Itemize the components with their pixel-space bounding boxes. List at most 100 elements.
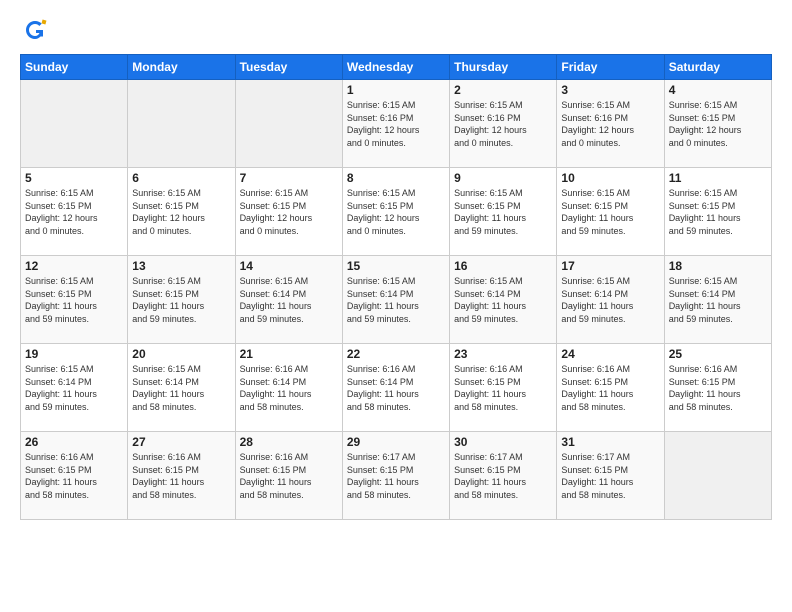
calendar-cell: 28 Sunrise: 6:16 AM Sunset: 6:15 PM Dayli…: [235, 432, 342, 520]
calendar-cell: 24 Sunrise: 6:16 AM Sunset: 6:15 PM Dayli…: [557, 344, 664, 432]
day-number: 7: [240, 171, 338, 185]
calendar-cell: [128, 80, 235, 168]
day-number: 30: [454, 435, 552, 449]
calendar-cell: 21Sunrise: 6:16 AM Sunset: 6:14 PM Dayli…: [235, 344, 342, 432]
calendar-cell: 8Sunrise: 6:15 AM Sunset: 6:15 PM Daylig…: [342, 168, 449, 256]
calendar-cell: [664, 432, 771, 520]
logo-icon: [20, 16, 50, 46]
day-number: 9: [454, 171, 552, 185]
day-info: Sunrise: 6:15 AM Sunset: 6:15 PM Dayligh…: [25, 275, 123, 325]
day-info: Sunrise: 6:16 AM Sunset: 6:14 PM Dayligh…: [240, 363, 338, 413]
day-number: 13: [132, 259, 230, 273]
calendar-cell: 4 Sunrise: 6:15 AM Sunset: 6:15 PM Daylig…: [664, 80, 771, 168]
calendar-cell: 1Sunrise: 6:15 AM Sunset: 6:16 PM Daylig…: [342, 80, 449, 168]
day-info: Sunrise: 6:16 AM Sunset: 6:15 PM Dayligh…: [669, 363, 767, 413]
weekday-header-wednesday: Wednesday: [342, 55, 449, 80]
logo: [20, 16, 58, 46]
calendar-cell: 9 Sunrise: 6:15 AM Sunset: 6:15 PM Daylig…: [450, 168, 557, 256]
day-number: 6: [132, 171, 230, 185]
day-info: Sunrise: 6:15 AM Sunset: 6:16 PM Dayligh…: [561, 99, 659, 149]
day-number: 4: [669, 83, 767, 97]
calendar-cell: [235, 80, 342, 168]
day-info: Sunrise: 6:17 AM Sunset: 6:15 PM Dayligh…: [454, 451, 552, 501]
calendar-cell: 25 Sunrise: 6:16 AM Sunset: 6:15 PM Dayli…: [664, 344, 771, 432]
day-number: 28: [240, 435, 338, 449]
calendar-cell: 15 Sunrise: 6:15 AM Sunset: 6:14 PM Dayli…: [342, 256, 449, 344]
day-number: 25: [669, 347, 767, 361]
day-info: Sunrise: 6:15 AM Sunset: 6:15 PM Dayligh…: [240, 187, 338, 237]
day-number: 24: [561, 347, 659, 361]
calendar-cell: 7 Sunrise: 6:15 AM Sunset: 6:15 PM Daylig…: [235, 168, 342, 256]
day-info: Sunrise: 6:15 AM Sunset: 6:15 PM Dayligh…: [561, 187, 659, 237]
day-info: Sunrise: 6:16 AM Sunset: 6:15 PM Dayligh…: [561, 363, 659, 413]
header: [20, 16, 772, 46]
calendar-cell: 6 Sunrise: 6:15 AM Sunset: 6:15 PM Daylig…: [128, 168, 235, 256]
day-info: Sunrise: 6:15 AM Sunset: 6:14 PM Dayligh…: [454, 275, 552, 325]
day-info: Sunrise: 6:15 AM Sunset: 6:15 PM Dayligh…: [347, 187, 445, 237]
day-number: 20: [132, 347, 230, 361]
day-info: Sunrise: 6:15 AM Sunset: 6:15 PM Dayligh…: [669, 187, 767, 237]
calendar-cell: 27 Sunrise: 6:16 AM Sunset: 6:15 PM Dayli…: [128, 432, 235, 520]
day-number: 5: [25, 171, 123, 185]
week-row-3: 19Sunrise: 6:15 AM Sunset: 6:14 PM Dayli…: [21, 344, 772, 432]
calendar-cell: 30 Sunrise: 6:17 AM Sunset: 6:15 PM Dayli…: [450, 432, 557, 520]
weekday-header-sunday: Sunday: [21, 55, 128, 80]
calendar-cell: 29Sunrise: 6:17 AM Sunset: 6:15 PM Dayli…: [342, 432, 449, 520]
calendar-cell: 11 Sunrise: 6:15 AM Sunset: 6:15 PM Dayli…: [664, 168, 771, 256]
calendar-body: 1Sunrise: 6:15 AM Sunset: 6:16 PM Daylig…: [21, 80, 772, 520]
day-info: Sunrise: 6:16 AM Sunset: 6:14 PM Dayligh…: [347, 363, 445, 413]
day-number: 31: [561, 435, 659, 449]
day-info: Sunrise: 6:16 AM Sunset: 6:15 PM Dayligh…: [25, 451, 123, 501]
day-number: 11: [669, 171, 767, 185]
day-info: Sunrise: 6:15 AM Sunset: 6:15 PM Dayligh…: [25, 187, 123, 237]
calendar-cell: 14 Sunrise: 6:15 AM Sunset: 6:14 PM Dayli…: [235, 256, 342, 344]
weekday-header-saturday: Saturday: [664, 55, 771, 80]
calendar-cell: 20Sunrise: 6:15 AM Sunset: 6:14 PM Dayli…: [128, 344, 235, 432]
week-row-4: 26 Sunrise: 6:16 AM Sunset: 6:15 PM Dayli…: [21, 432, 772, 520]
day-info: Sunrise: 6:16 AM Sunset: 6:15 PM Dayligh…: [240, 451, 338, 501]
calendar-cell: [21, 80, 128, 168]
calendar-cell: 22 Sunrise: 6:16 AM Sunset: 6:14 PM Dayli…: [342, 344, 449, 432]
calendar-cell: 17Sunrise: 6:15 AM Sunset: 6:14 PM Dayli…: [557, 256, 664, 344]
day-number: 16: [454, 259, 552, 273]
day-number: 2: [454, 83, 552, 97]
day-number: 14: [240, 259, 338, 273]
week-row-0: 1Sunrise: 6:15 AM Sunset: 6:16 PM Daylig…: [21, 80, 772, 168]
weekday-header-thursday: Thursday: [450, 55, 557, 80]
week-row-2: 12 Sunrise: 6:15 AM Sunset: 6:15 PM Dayli…: [21, 256, 772, 344]
calendar-cell: 23Sunrise: 6:16 AM Sunset: 6:15 PM Dayli…: [450, 344, 557, 432]
calendar-cell: 26 Sunrise: 6:16 AM Sunset: 6:15 PM Dayli…: [21, 432, 128, 520]
day-info: Sunrise: 6:17 AM Sunset: 6:15 PM Dayligh…: [561, 451, 659, 501]
page: SundayMondayTuesdayWednesdayThursdayFrid…: [0, 0, 792, 612]
weekday-header-friday: Friday: [557, 55, 664, 80]
day-number: 19: [25, 347, 123, 361]
day-info: Sunrise: 6:15 AM Sunset: 6:15 PM Dayligh…: [132, 187, 230, 237]
day-info: Sunrise: 6:15 AM Sunset: 6:15 PM Dayligh…: [669, 99, 767, 149]
day-number: 10: [561, 171, 659, 185]
weekday-header-row: SundayMondayTuesdayWednesdayThursdayFrid…: [21, 55, 772, 80]
day-number: 27: [132, 435, 230, 449]
calendar-cell: 2Sunrise: 6:15 AM Sunset: 6:16 PM Daylig…: [450, 80, 557, 168]
calendar-cell: 10 Sunrise: 6:15 AM Sunset: 6:15 PM Dayli…: [557, 168, 664, 256]
day-number: 12: [25, 259, 123, 273]
day-info: Sunrise: 6:17 AM Sunset: 6:15 PM Dayligh…: [347, 451, 445, 501]
day-info: Sunrise: 6:15 AM Sunset: 6:14 PM Dayligh…: [347, 275, 445, 325]
calendar-table: SundayMondayTuesdayWednesdayThursdayFrid…: [20, 54, 772, 520]
day-number: 3: [561, 83, 659, 97]
day-number: 26: [25, 435, 123, 449]
day-info: Sunrise: 6:15 AM Sunset: 6:15 PM Dayligh…: [454, 187, 552, 237]
weekday-header-tuesday: Tuesday: [235, 55, 342, 80]
day-number: 17: [561, 259, 659, 273]
day-info: Sunrise: 6:15 AM Sunset: 6:14 PM Dayligh…: [240, 275, 338, 325]
calendar-cell: 18Sunrise: 6:15 AM Sunset: 6:14 PM Dayli…: [664, 256, 771, 344]
day-number: 15: [347, 259, 445, 273]
calendar-header: SundayMondayTuesdayWednesdayThursdayFrid…: [21, 55, 772, 80]
day-info: Sunrise: 6:15 AM Sunset: 6:15 PM Dayligh…: [132, 275, 230, 325]
week-row-1: 5 Sunrise: 6:15 AM Sunset: 6:15 PM Daylig…: [21, 168, 772, 256]
day-number: 22: [347, 347, 445, 361]
calendar-cell: 3 Sunrise: 6:15 AM Sunset: 6:16 PM Daylig…: [557, 80, 664, 168]
calendar-cell: 12 Sunrise: 6:15 AM Sunset: 6:15 PM Dayli…: [21, 256, 128, 344]
day-number: 18: [669, 259, 767, 273]
day-number: 23: [454, 347, 552, 361]
day-info: Sunrise: 6:16 AM Sunset: 6:15 PM Dayligh…: [132, 451, 230, 501]
